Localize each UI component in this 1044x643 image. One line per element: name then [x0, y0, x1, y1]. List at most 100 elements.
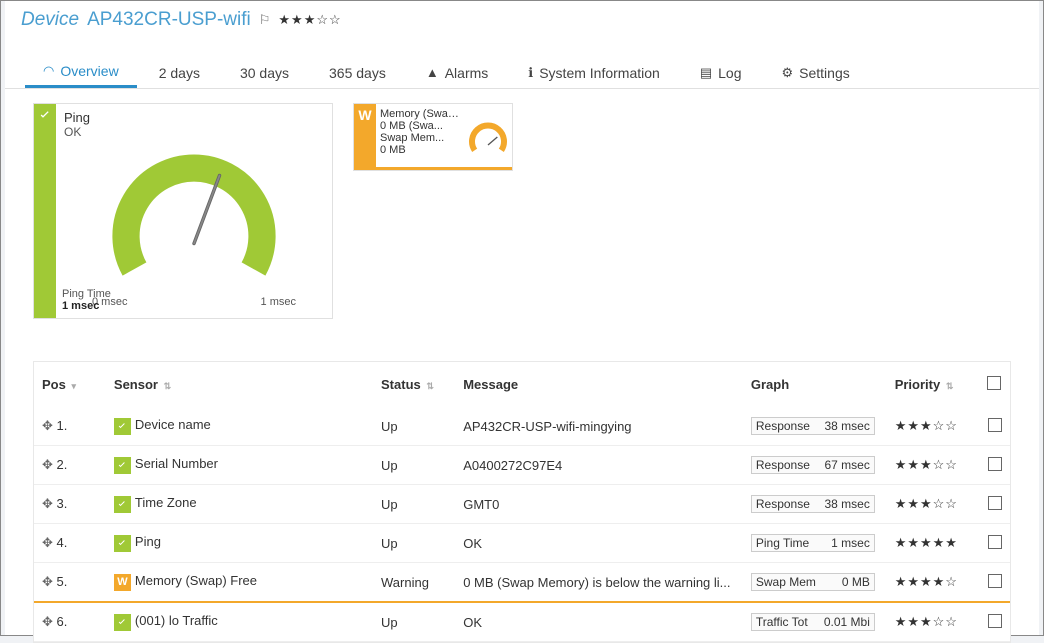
row-checkbox[interactable] [988, 457, 1002, 471]
graph-cell[interactable]: Swap Mem0 MB [751, 573, 875, 591]
graph-cell[interactable]: Response67 msec [751, 456, 875, 474]
move-icon[interactable]: ✥ [42, 496, 53, 511]
sort-desc-icon: ▾ [71, 381, 76, 391]
sensor-message: OK [455, 524, 743, 563]
sensor-name[interactable]: Time Zone [135, 495, 197, 510]
priority-rating[interactable]: ★★★★☆ [895, 574, 958, 589]
move-icon[interactable]: ✥ [42, 457, 53, 472]
check-icon [114, 418, 131, 435]
sensor-message: 0 MB (Swap Memory) is below the warning … [455, 563, 743, 603]
row-pos: 4. [57, 535, 68, 550]
tab-label: Settings [799, 65, 850, 81]
row-checkbox[interactable] [988, 574, 1002, 588]
select-all-checkbox[interactable] [987, 376, 1001, 390]
memory-mini-gauge [468, 120, 508, 161]
tab-label: Overview [60, 63, 118, 79]
priority-rating[interactable]: ★★★★★ [895, 535, 958, 550]
row-checkbox[interactable] [988, 418, 1002, 432]
sensor-status: Warning [373, 563, 455, 603]
ping-status: OK [64, 125, 324, 139]
tab-30days[interactable]: 30 days [222, 57, 307, 88]
tab-label: Alarms [445, 65, 489, 81]
tab-label: 30 days [240, 65, 289, 81]
sort-icon: ⇅ [946, 381, 954, 391]
move-icon[interactable]: ✥ [42, 614, 53, 629]
page-title: AP432CR-USP-wifi [87, 9, 251, 31]
priority-rating[interactable]: ★★★☆☆ [895, 496, 958, 511]
tab-bar: ◠ Overview 2 days 30 days 365 days ▲ Ala… [5, 57, 1039, 89]
row-checkbox[interactable] [988, 496, 1002, 510]
sort-icon: ⇅ [164, 381, 172, 391]
tab-2days[interactable]: 2 days [141, 57, 218, 88]
graph-cell[interactable]: Response38 msec [751, 417, 875, 435]
col-header-pos[interactable]: Pos ▾ [34, 362, 106, 407]
gauge-row: Ping OK 0 msec 1 msec Ping Time 1 msec [5, 89, 1039, 333]
alarm-icon: ▲ [426, 65, 439, 80]
header-prefix: Device [21, 9, 79, 31]
row-pos: 3. [57, 496, 68, 511]
priority-rating[interactable]: ★★★☆☆ [895, 614, 958, 629]
row-pos: 5. [57, 574, 68, 589]
graph-cell[interactable]: Traffic Tot0.01 Mbi [751, 613, 875, 631]
col-header-check[interactable] [979, 362, 1010, 407]
col-header-sensor[interactable]: Sensor ⇅ [106, 362, 373, 407]
row-checkbox[interactable] [988, 535, 1002, 549]
sensor-name[interactable]: (001) lo Traffic [135, 613, 218, 628]
log-icon: ▤ [700, 65, 712, 81]
device-rating[interactable]: ★★★☆☆ [278, 12, 341, 28]
sensor-status: Up [373, 485, 455, 524]
row-pos: 2. [57, 457, 68, 472]
tab-settings[interactable]: ⚙ Settings [763, 57, 867, 88]
warning-icon: W [114, 574, 131, 591]
flag-icon[interactable]: ⚐ [259, 12, 271, 28]
table-row[interactable]: ✥ 1.Device nameUpAP432CR-USP-wifi-mingyi… [34, 407, 1010, 446]
sensor-table-card: Pos ▾ Sensor ⇅ Status ⇅ Message Graph Pr… [33, 361, 1011, 643]
sensor-name[interactable]: Device name [135, 417, 211, 432]
priority-rating[interactable]: ★★★☆☆ [895, 418, 958, 433]
ping-gauge-card[interactable]: Ping OK 0 msec 1 msec Ping Time 1 msec [33, 103, 333, 319]
sensor-message: AP432CR-USP-wifi-mingying [455, 407, 743, 446]
check-icon [37, 107, 53, 126]
table-row[interactable]: ✥ 4.PingUpOKPing Time1 msec★★★★★ [34, 524, 1010, 563]
sensor-name[interactable]: Memory (Swap) Free [135, 573, 257, 588]
priority-rating[interactable]: ★★★☆☆ [895, 457, 958, 472]
move-icon[interactable]: ✥ [42, 418, 53, 433]
sensor-table: Pos ▾ Sensor ⇅ Status ⇅ Message Graph Pr… [34, 362, 1010, 642]
tab-overview[interactable]: ◠ Overview [25, 57, 137, 88]
col-header-status[interactable]: Status ⇅ [373, 362, 455, 407]
tab-alarms[interactable]: ▲ Alarms [408, 57, 506, 88]
table-row[interactable]: ✥ 3. Time Zone UpGMT0 Response38 msec ★★★☆☆ [34, 485, 1010, 524]
check-icon [114, 496, 131, 513]
sensor-message: A0400272C97E4 [455, 446, 743, 485]
graph-cell[interactable]: Ping Time1 msec [751, 534, 875, 552]
sort-icon: ⇅ [426, 381, 434, 391]
tab-log[interactable]: ▤ Log [682, 57, 760, 88]
memory-title: Memory (Swap) Free [380, 108, 462, 120]
memory-line1: 0 MB (Swa... [380, 120, 462, 132]
sensor-name[interactable]: Ping [135, 534, 161, 549]
sensor-name[interactable]: Serial Number [135, 456, 218, 471]
tab-label: Log [718, 65, 741, 81]
tab-system-info[interactable]: ℹ System Information [510, 57, 678, 88]
row-checkbox[interactable] [988, 614, 1002, 628]
graph-cell[interactable]: Response38 msec [751, 495, 875, 513]
info-icon: ℹ [528, 65, 533, 81]
col-header-message[interactable]: Message [455, 362, 743, 407]
ping-footer-label: Ping Time [62, 288, 111, 300]
sensor-message: GMT0 [455, 485, 743, 524]
col-header-graph[interactable]: Graph [743, 362, 887, 407]
table-row[interactable]: ✥ 2.Serial NumberUpA0400272C97E4Response… [34, 446, 1010, 485]
row-pos: 6. [57, 614, 68, 629]
check-icon [114, 457, 131, 474]
table-row[interactable]: ✥ 5. W Memory (Swap) Free Warning0 MB (Swap… [34, 563, 1010, 603]
tab-label: 365 days [329, 65, 386, 81]
tab-365days[interactable]: 365 days [311, 57, 404, 88]
col-header-priority[interactable]: Priority ⇅ [887, 362, 979, 407]
move-icon[interactable]: ✥ [42, 574, 53, 589]
status-indicator-ok [34, 104, 56, 318]
gauge-icon: ◠ [43, 63, 54, 79]
memory-gauge-card[interactable]: W Memory (Swap) Free 0 MB (Swa... Swap M… [353, 103, 513, 171]
status-indicator-warn: W [354, 104, 376, 170]
tab-label: System Information [539, 65, 660, 81]
move-icon[interactable]: ✥ [42, 535, 53, 550]
